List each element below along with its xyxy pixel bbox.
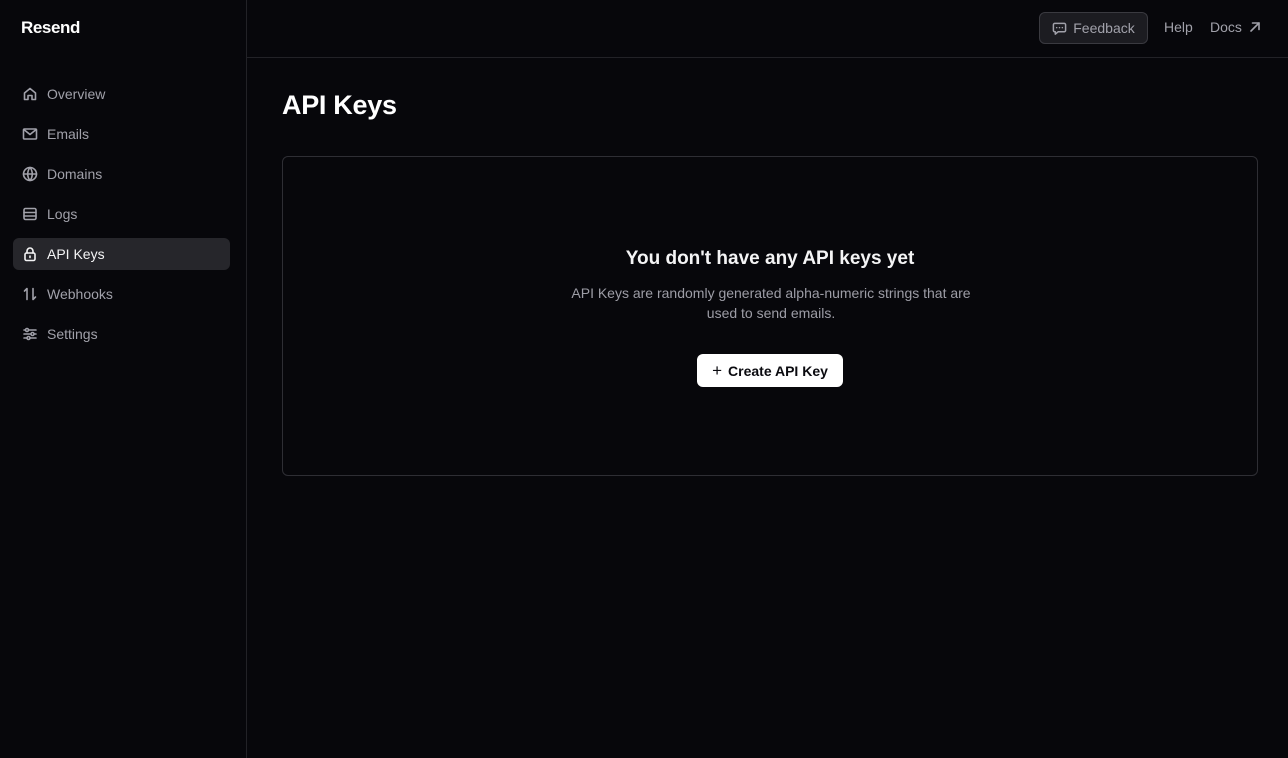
- mail-icon: [21, 125, 39, 143]
- sidebar-item-webhooks[interactable]: Webhooks: [13, 278, 230, 310]
- sidebar-item-overview[interactable]: Overview: [13, 78, 230, 110]
- sidebar-item-label: Webhooks: [47, 286, 113, 302]
- sidebar-item-label: Overview: [47, 86, 106, 102]
- plus-icon: +: [712, 361, 723, 380]
- sidebar-item-settings[interactable]: Settings: [13, 318, 230, 350]
- arrow-up-right-icon: [1250, 22, 1260, 32]
- docs-label: Docs: [1210, 19, 1242, 35]
- sidebar-item-label: Emails: [47, 126, 90, 142]
- home-icon: [21, 85, 39, 103]
- sidebar-item-domains[interactable]: Domains: [13, 158, 230, 190]
- top-bar: Feedback Help Docs: [247, 0, 1288, 58]
- help-link[interactable]: Help: [1164, 19, 1193, 35]
- globe-icon: [21, 165, 39, 183]
- empty-state-description: API Keys are randomly generated alpha-nu…: [571, 285, 971, 321]
- empty-state-card: You don't have any API keys yet API Keys…: [282, 156, 1258, 476]
- sidebar-nav: Overview Emails Domains Logs API Keys We…: [13, 78, 230, 358]
- sidebar-item-emails[interactable]: Emails: [13, 118, 230, 150]
- sidebar-item-logs[interactable]: Logs: [13, 198, 230, 230]
- feedback-label: Feedback: [1073, 20, 1135, 36]
- sliders-icon: [21, 325, 39, 343]
- sidebar-item-label: Settings: [47, 326, 98, 342]
- sidebar: Resend Overview Emails Domains Logs API …: [0, 0, 247, 758]
- arrows-updown-icon: [21, 285, 39, 303]
- logs-icon: [21, 205, 39, 223]
- sidebar-item-label: Logs: [47, 206, 78, 222]
- sidebar-item-label: Domains: [47, 166, 103, 182]
- sidebar-item-label: API Keys: [47, 246, 105, 262]
- page-title: API Keys: [282, 90, 397, 120]
- help-label: Help: [1164, 19, 1193, 35]
- app-window: Resend Overview Emails Domains Logs API …: [0, 0, 1288, 758]
- docs-link[interactable]: Docs: [1210, 19, 1262, 35]
- create-api-key-button[interactable]: + Create API Key: [697, 354, 843, 387]
- create-api-key-label: Create API Key: [728, 362, 828, 379]
- sidebar-item-api-keys[interactable]: API Keys: [13, 238, 230, 270]
- lock-icon: [21, 245, 39, 263]
- chat-bubble-icon: [1052, 22, 1067, 35]
- empty-state-title: You don't have any API keys yet: [625, 248, 915, 269]
- brand-logo[interactable]: Resend: [21, 18, 80, 38]
- feedback-button[interactable]: Feedback: [1039, 12, 1148, 44]
